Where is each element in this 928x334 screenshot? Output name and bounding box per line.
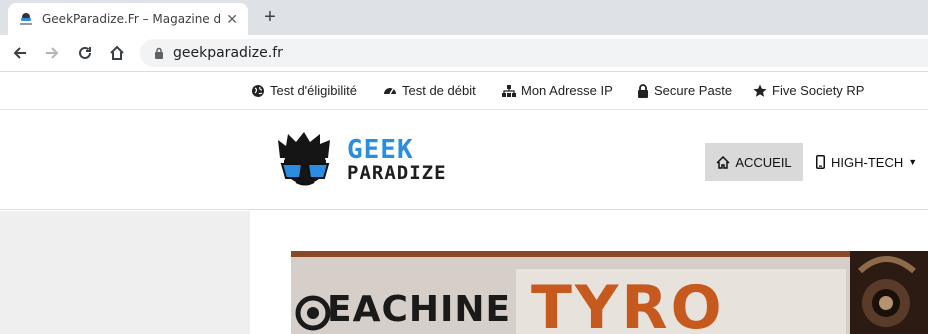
toplink-five-society[interactable]: Five Society RP bbox=[753, 83, 864, 98]
browser-toolbar: geekparadize.fr bbox=[0, 35, 928, 71]
arrow-right-icon bbox=[46, 47, 59, 59]
menu-item-high-tech[interactable]: HIGH-TECH ▼ bbox=[816, 143, 917, 181]
speedometer-icon bbox=[384, 87, 396, 94]
menu-item-accueil[interactable]: ACCUEIL bbox=[705, 143, 803, 181]
browser-tab[interactable]: GeekParadize.Fr – Magazine d'Actualité ✕ bbox=[8, 3, 248, 35]
site-topbar: Test d'éligibilité Test de débit Mon Adr… bbox=[0, 72, 928, 110]
logo-text-geek[interactable]: GEEK bbox=[347, 135, 414, 165]
sitemap-icon bbox=[502, 84, 516, 97]
lock-icon bbox=[155, 47, 163, 59]
new-tab-button[interactable]: + bbox=[258, 5, 282, 29]
geek-mascot-logo-icon[interactable] bbox=[274, 130, 336, 188]
toplink-label: Secure Paste bbox=[654, 83, 733, 98]
toplink-eligibility-test[interactable]: Test d'éligibilité bbox=[251, 83, 357, 98]
home-outline-icon bbox=[110, 45, 124, 60]
toplink-label: Five Society RP bbox=[772, 83, 865, 98]
tab-close-icon[interactable]: ✕ bbox=[226, 11, 238, 27]
hero-text-model: TYRO bbox=[531, 273, 725, 334]
mobile-icon bbox=[816, 155, 825, 169]
tab-title: GeekParadize.Fr – Magazine d'Actualité bbox=[42, 12, 220, 26]
menu-item-label: ACCUEIL bbox=[735, 154, 792, 170]
url-text: geekparadize.fr bbox=[173, 45, 283, 61]
reload-button[interactable] bbox=[71, 39, 99, 67]
toplink-speed-test[interactable]: Test de débit bbox=[383, 83, 476, 98]
arrow-left-icon bbox=[13, 47, 26, 59]
chevron-down-icon: ▼ bbox=[908, 157, 918, 167]
browser-tab-strip: GeekParadize.Fr – Magazine d'Actualité ✕… bbox=[0, 0, 928, 35]
lock-icon bbox=[638, 83, 648, 98]
hero-article-image[interactable]: EACHINE TYRO bbox=[291, 251, 928, 334]
headphones-thumbnail-graphic bbox=[857, 256, 916, 327]
left-sidebar bbox=[0, 211, 250, 334]
site-header: GEEK PARADIZE ACCUEIL HIGH-TECH ▼ bbox=[0, 110, 928, 210]
toplink-secure-paste[interactable]: Secure Paste bbox=[637, 83, 732, 98]
menu-item-label: HIGH-TECH bbox=[831, 154, 904, 170]
reload-icon bbox=[79, 46, 91, 59]
home-icon bbox=[716, 155, 730, 169]
site-favicon-icon bbox=[18, 11, 34, 27]
hero-text-brand: EACHINE bbox=[327, 289, 512, 330]
star-icon bbox=[753, 84, 767, 97]
back-button[interactable] bbox=[6, 39, 34, 67]
home-button[interactable] bbox=[103, 39, 131, 67]
toplink-label: Test d'éligibilité bbox=[270, 83, 358, 98]
forward-button[interactable] bbox=[38, 39, 66, 67]
toplink-ip-address[interactable]: Mon Adresse IP bbox=[502, 83, 613, 98]
globe-icon bbox=[252, 84, 264, 97]
address-bar[interactable]: geekparadize.fr bbox=[140, 39, 928, 67]
toplink-label: Mon Adresse IP bbox=[521, 83, 613, 98]
toplink-label: Test de débit bbox=[402, 83, 476, 98]
hero-side-thumbnail[interactable] bbox=[850, 251, 928, 334]
logo-text-paradize[interactable]: PARADIZE bbox=[347, 162, 447, 184]
